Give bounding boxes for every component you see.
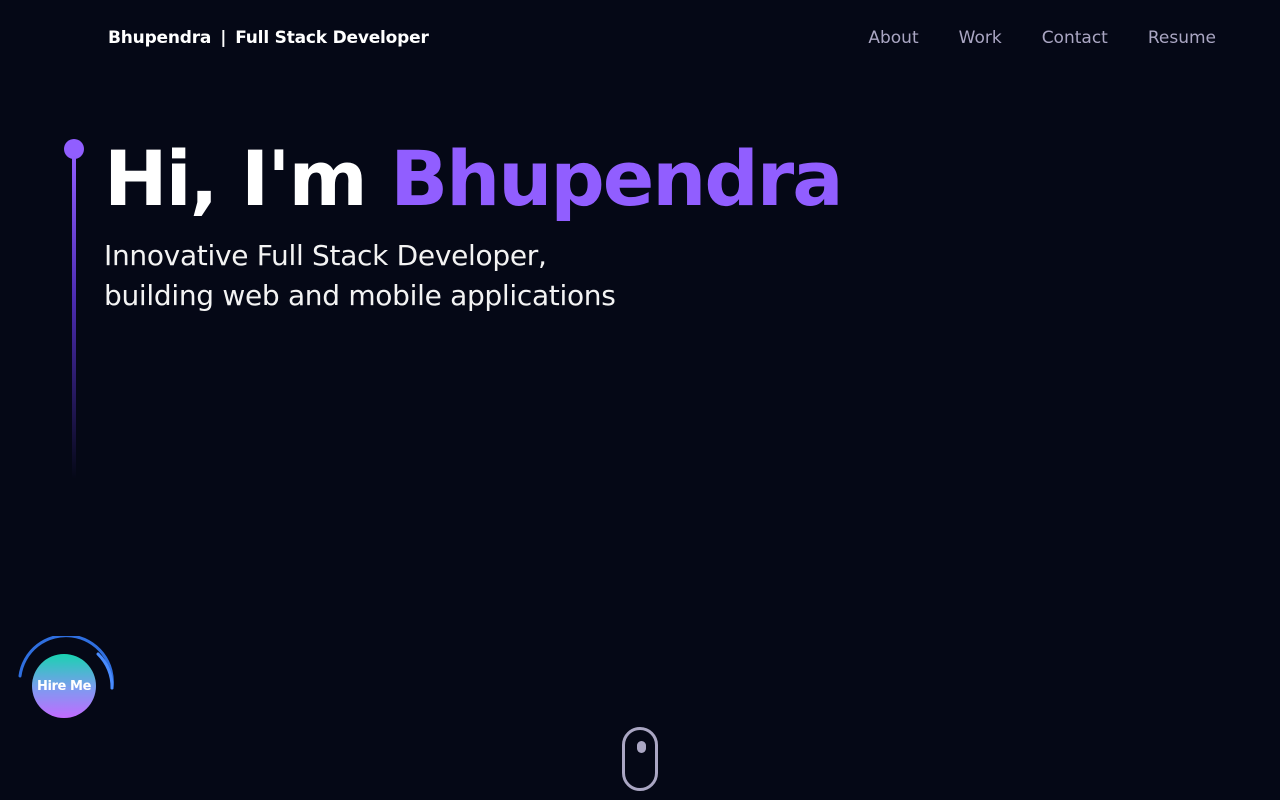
- main-nav: About Work Contact Resume: [868, 28, 1216, 48]
- mouse-scroll-icon[interactable]: [622, 727, 658, 791]
- hero-title: Hi, I'm Bhupendra: [104, 134, 844, 223]
- nav-link-about[interactable]: About: [868, 28, 918, 48]
- brand-separator: |: [220, 28, 227, 48]
- brand-name: Bhupendra: [108, 28, 212, 48]
- hero-name: Bhupendra: [390, 134, 843, 223]
- hire-me-button[interactable]: Hire Me: [32, 654, 96, 718]
- nav-link-contact[interactable]: Contact: [1042, 28, 1108, 48]
- timeline-line: [72, 155, 76, 479]
- hero-timeline-decoration: [64, 139, 84, 479]
- brand-role: Full Stack Developer: [235, 28, 429, 48]
- hire-me-label: Hire Me: [36, 678, 92, 694]
- hero-subtitle: Innovative Full Stack Developer, buildin…: [104, 236, 842, 316]
- hero-subtitle-line2: building web and mobile applications: [104, 279, 616, 312]
- scroll-wheel-dot: [637, 741, 646, 753]
- portfolio-page: Bhupendra | Full Stack Developer About W…: [0, 0, 1280, 800]
- hero-subtitle-line1: Innovative Full Stack Developer,: [104, 239, 547, 272]
- hero-section: Hi, I'm Bhupendra Innovative Full Stack …: [104, 134, 844, 316]
- nav-link-work[interactable]: Work: [959, 28, 1002, 48]
- nav-link-resume[interactable]: Resume: [1148, 28, 1216, 48]
- top-navbar: Bhupendra | Full Stack Developer About W…: [0, 0, 1280, 78]
- brand-logo-link[interactable]: Bhupendra | Full Stack Developer: [108, 28, 429, 48]
- hero-greeting: Hi, I'm: [104, 134, 368, 223]
- hire-me-widget: Hire Me: [18, 636, 114, 732]
